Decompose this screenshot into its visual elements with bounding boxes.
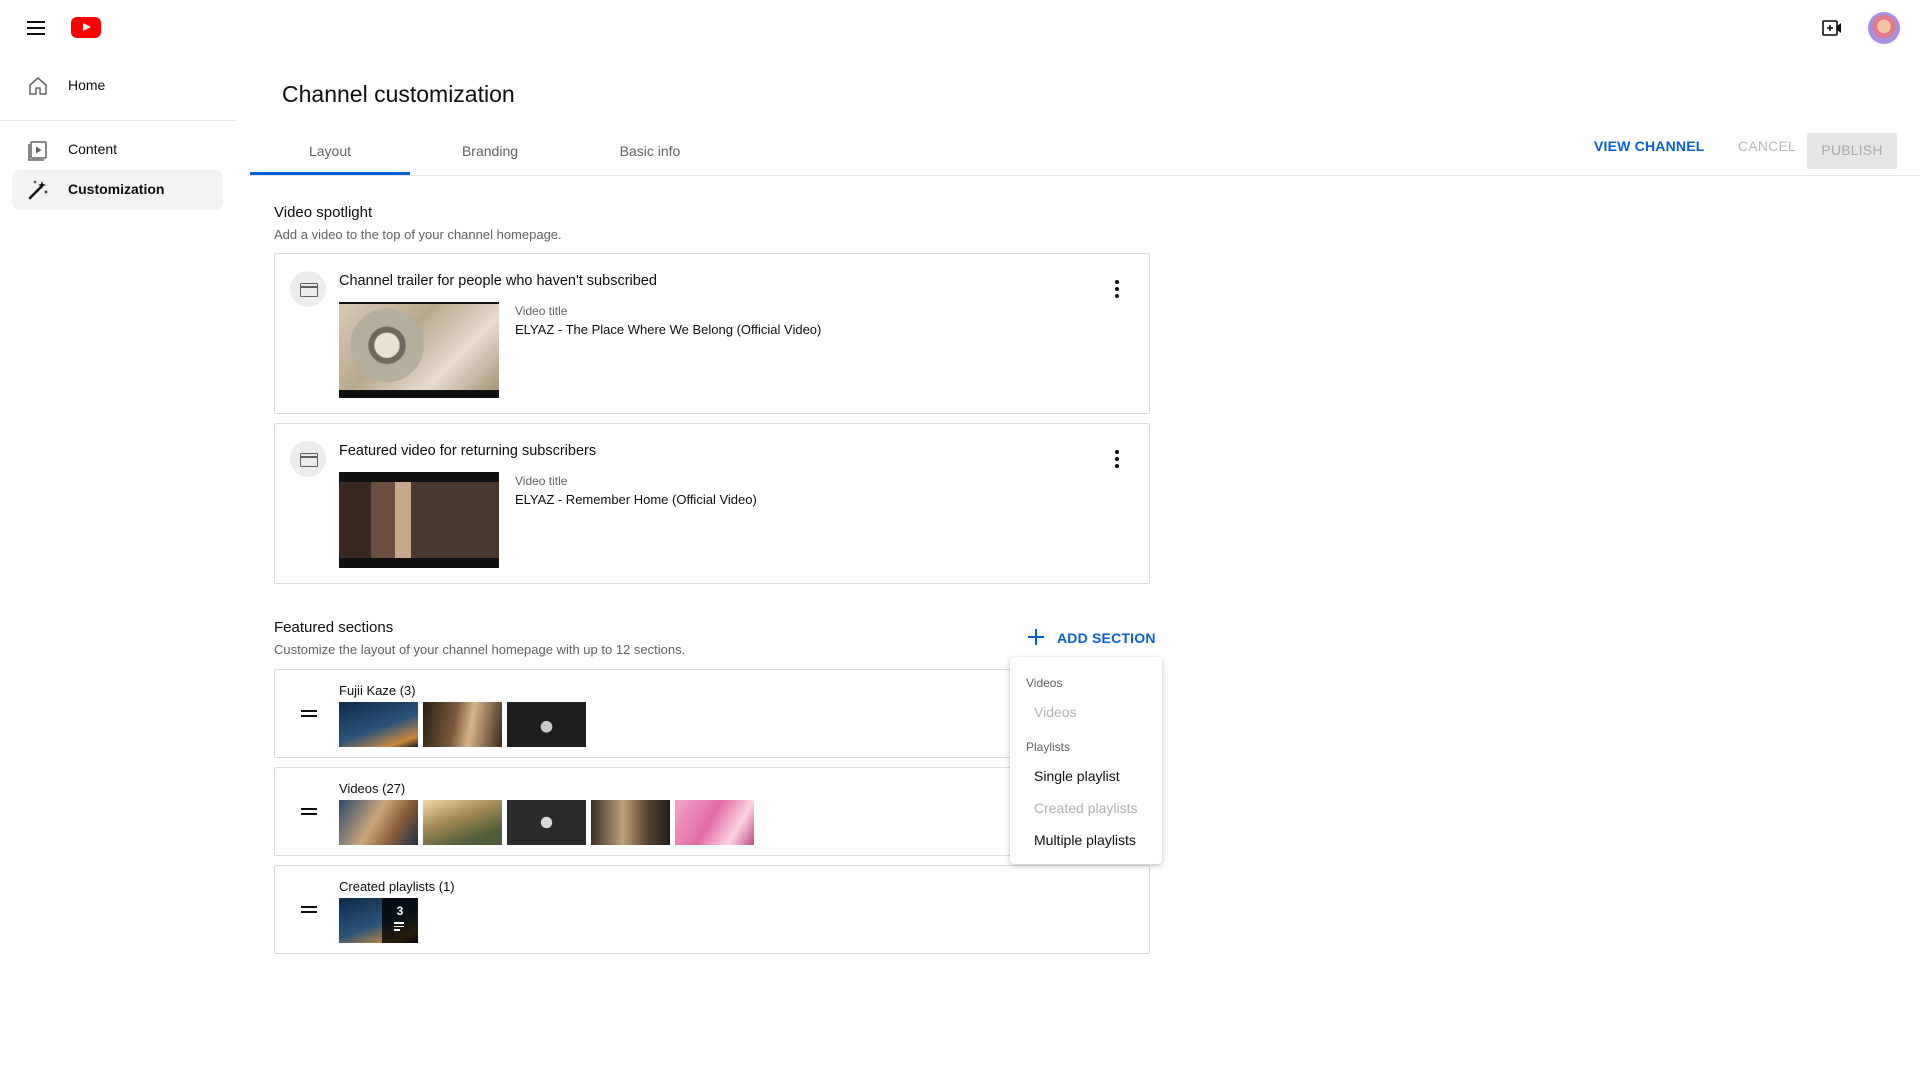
channel-trailer-card: Channel trailer for people who haven't s…: [274, 253, 1150, 414]
video-spotlight-subtitle: Add a video to the top of your channel h…: [274, 227, 562, 242]
avatar[interactable]: [1868, 12, 1900, 44]
tab-basic-info[interactable]: Basic info: [570, 131, 730, 175]
sidebar: Home Content Customization: [0, 56, 236, 1080]
sidebar-item-label: Customization: [68, 181, 165, 197]
movie-clapper-icon: [290, 271, 326, 307]
playlist-icon: [394, 922, 406, 931]
create-video-icon[interactable]: [1820, 16, 1844, 40]
video-thumbnail: [339, 702, 418, 747]
sidebar-item-label: Content: [68, 141, 118, 157]
video-thumbnail: [675, 800, 754, 845]
video-thumbnail: [339, 800, 418, 845]
playlist-count-overlay: 3: [382, 898, 418, 943]
section-title: Created playlists (1): [339, 879, 455, 894]
card-title: Featured video for returning subscribers: [339, 443, 597, 459]
tabs-divider: [250, 175, 1920, 176]
sidebar-item-label: Home: [68, 77, 106, 93]
menu-group-playlists: Playlists: [1026, 740, 1071, 754]
playlist-thumbnail: 3: [339, 898, 418, 943]
drag-handle-icon[interactable]: [301, 904, 317, 914]
video-title-label: Video title: [515, 304, 568, 318]
featured-video-card: Featured video for returning subscribers…: [274, 423, 1150, 584]
section-title: Fujii Kaze (3): [339, 683, 416, 698]
drag-handle-icon[interactable]: [301, 708, 317, 718]
youtube-logo[interactable]: [71, 17, 101, 38]
menu-icon[interactable]: [24, 16, 48, 40]
menu-group-videos: Videos: [1026, 676, 1063, 690]
playlist-count: 3: [396, 904, 404, 918]
sidebar-item-home[interactable]: Home: [12, 66, 223, 106]
cancel-button[interactable]: CANCEL: [1738, 138, 1796, 154]
tab-branding[interactable]: Branding: [410, 131, 570, 175]
featured-sections-title: Featured sections: [274, 619, 394, 636]
top-bar: [0, 0, 1920, 56]
sidebar-item-customization[interactable]: Customization: [12, 170, 223, 210]
video-thumbnail: [339, 472, 499, 568]
video-title-label: Video title: [515, 474, 568, 488]
publish-button[interactable]: PUBLISH: [1807, 133, 1897, 169]
video-title-value: ELYAZ - The Place Where We Belong (Offic…: [515, 322, 822, 337]
menu-item-single-playlist[interactable]: Single playlist: [1034, 768, 1120, 784]
video-thumbnail: [339, 302, 499, 398]
sidebar-item-content[interactable]: Content: [12, 130, 223, 170]
page-title: Channel customization: [282, 81, 515, 107]
video-thumbnail: [507, 800, 586, 845]
video-thumbnail: [591, 800, 670, 845]
video-thumbnail: [423, 702, 502, 747]
movie-clapper-icon: [290, 441, 326, 477]
video-spotlight-title: Video spotlight: [274, 204, 373, 221]
featured-section-row[interactable]: Created playlists (1) 3: [274, 865, 1150, 954]
magic-wand-icon: [28, 180, 48, 200]
drag-handle-icon[interactable]: [301, 806, 317, 816]
view-channel-button[interactable]: VIEW CHANNEL: [1594, 138, 1705, 154]
menu-item-videos: Videos: [1034, 704, 1077, 720]
video-thumbnail: [507, 702, 586, 747]
menu-item-multiple-playlists[interactable]: Multiple playlists: [1034, 832, 1136, 848]
more-options-icon[interactable]: [1115, 280, 1119, 298]
more-options-icon[interactable]: [1115, 450, 1119, 468]
featured-sections-subtitle: Customize the layout of your channel hom…: [274, 642, 686, 657]
card-title: Channel trailer for people who haven't s…: [339, 273, 657, 289]
plus-icon: [1028, 629, 1044, 645]
menu-item-created-playlists: Created playlists: [1034, 800, 1138, 816]
video-content-icon: [28, 141, 47, 161]
sidebar-divider: [0, 120, 236, 121]
home-icon: [29, 77, 47, 95]
video-title-value: ELYAZ - Remember Home (Official Video): [515, 492, 757, 507]
add-section-menu: Videos Videos Playlists Single playlist …: [1010, 657, 1162, 864]
video-thumbnail: [423, 800, 502, 845]
tab-layout[interactable]: Layout: [250, 131, 410, 175]
section-title: Videos (27): [339, 781, 406, 796]
add-section-label: ADD SECTION: [1057, 630, 1156, 646]
